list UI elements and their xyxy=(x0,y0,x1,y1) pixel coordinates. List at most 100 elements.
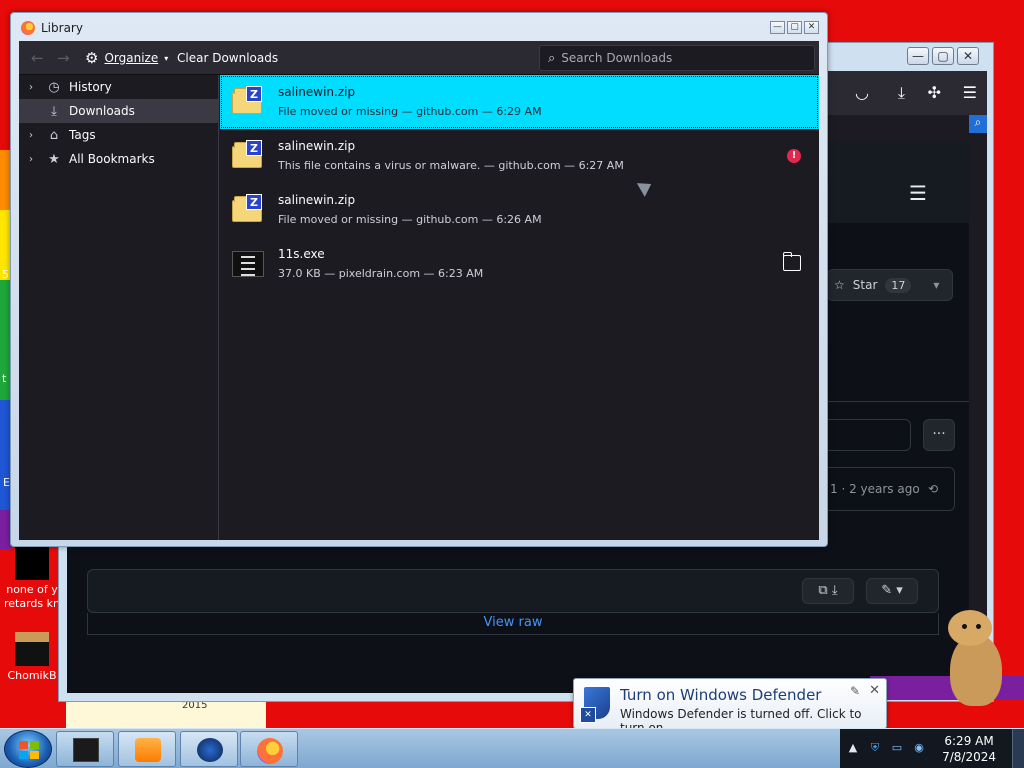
monitor-icon[interactable]: ▭ xyxy=(890,741,904,755)
expand-arrow-icon[interactable]: › xyxy=(29,82,43,93)
system-tray: ▲ ⛨ ▭ ◉ 6:29 AM 7/8/2024 xyxy=(840,729,1024,768)
show-desktop-button[interactable] xyxy=(1012,729,1024,768)
download-item[interactable]: Z salinewin.zip This file contains a vir… xyxy=(220,129,819,183)
globe-icon xyxy=(197,738,223,762)
close-button[interactable]: ✕ xyxy=(957,47,979,65)
maximize-button[interactable]: ▢ xyxy=(932,47,954,65)
close-button[interactable]: ✕ xyxy=(804,21,819,34)
hamburger-menu-icon[interactable]: ☰ xyxy=(909,181,933,205)
star-icon: ☆ xyxy=(834,278,845,292)
note-thumbnail-icon xyxy=(15,546,49,580)
windows-defender-shield-icon xyxy=(580,687,610,723)
edge-letter: t xyxy=(2,372,7,385)
start-button[interactable] xyxy=(4,730,52,768)
show-in-folder-icon[interactable] xyxy=(783,252,801,271)
commit-info[interactable]: 1 · 2 years ago ⟲ xyxy=(807,467,955,511)
tag-icon: ⌂ xyxy=(49,127,59,143)
desktop-icon-chomik[interactable]: ChomikB xyxy=(4,632,60,683)
library-toolbar: ← → ⚙ Organize ▾ Clear Downloads ⌕ xyxy=(19,41,819,75)
download-filename: salinewin.zip xyxy=(278,85,356,99)
more-options-button[interactable]: ··· xyxy=(923,419,955,451)
download-filename: salinewin.zip xyxy=(278,193,356,207)
clear-downloads-button[interactable]: Clear Downloads xyxy=(177,51,278,65)
pin-icon[interactable]: ✎ xyxy=(850,684,860,698)
zip-archive-icon: Z xyxy=(232,140,264,170)
sidebar-item-downloads[interactable]: ⤓ Downloads xyxy=(19,99,218,123)
desktop-icon-label: none of y retards kn xyxy=(4,583,60,610)
wallpaper-image-patch xyxy=(66,700,266,728)
download-icon: ⤓ xyxy=(51,103,57,119)
library-content: ← → ⚙ Organize ▾ Clear Downloads ⌕ › ◷ H… xyxy=(19,41,819,540)
sidebar-item-label: All Bookmarks xyxy=(69,152,155,166)
executable-icon xyxy=(232,248,264,278)
desktop-icon-note[interactable]: none of y retards kn xyxy=(4,546,60,611)
sidebar-item-tags[interactable]: › ⌂ Tags xyxy=(19,123,218,147)
malware-warning-icon[interactable]: ! xyxy=(787,149,801,163)
extensions-icon[interactable]: ✣ xyxy=(928,83,941,102)
star-count: 17 xyxy=(885,277,912,293)
edit-button[interactable]: ✎ ▾ xyxy=(866,578,918,604)
download-details: 37.0 KB — pixeldrain.com — 6:23 AM xyxy=(278,267,484,280)
sidebar-item-history[interactable]: › ◷ History xyxy=(19,75,218,99)
downloads-list: Z salinewin.zip File moved or missing — … xyxy=(220,75,819,540)
network-icon[interactable]: ◉ xyxy=(912,741,926,755)
download-details: This file contains a virus or malware. —… xyxy=(278,159,624,172)
minimize-button[interactable]: — xyxy=(770,21,785,34)
expand-arrow-icon[interactable]: › xyxy=(29,130,43,141)
sidebar-item-label: Downloads xyxy=(69,104,135,118)
commit-info-text: 1 · 2 years ago xyxy=(830,482,920,496)
organize-label: Organize xyxy=(104,51,159,65)
close-icon[interactable]: ✕ xyxy=(869,683,880,698)
sidebar-item-all-bookmarks[interactable]: › ★ All Bookmarks xyxy=(19,147,218,171)
library-titlebar: Library xyxy=(21,21,83,35)
show-hidden-icons-icon[interactable]: ▲ xyxy=(846,741,860,755)
view-raw-link[interactable]: View raw xyxy=(87,613,939,635)
window-controls: — ▢ ✕ xyxy=(907,47,979,65)
clock-time: 6:29 AM xyxy=(944,734,994,748)
windows-logo-icon xyxy=(19,741,39,759)
download-details: File moved or missing — github.com — 6:2… xyxy=(278,213,542,226)
download-item[interactable]: Z salinewin.zip File moved or missing — … xyxy=(220,183,819,237)
star-button[interactable]: ☆ Star 17 ▾ xyxy=(827,269,953,301)
downloads-icon[interactable]: ⤓ xyxy=(898,83,905,103)
notification-title: Turn on Windows Defender xyxy=(620,686,822,704)
taskbar-app-media-player[interactable] xyxy=(118,731,176,767)
defender-tray-icon[interactable]: ⛨ xyxy=(868,741,882,755)
search-icon[interactable]: ⌕ xyxy=(969,115,987,133)
star-label: Star xyxy=(852,278,878,292)
zip-archive-icon: Z xyxy=(232,194,264,224)
gear-icon: ⚙ xyxy=(85,49,99,67)
window-title: Library xyxy=(41,21,83,35)
chevron-down-icon[interactable]: ▾ xyxy=(933,278,939,292)
chevron-down-icon: ▾ xyxy=(164,53,169,63)
maximize-button[interactable]: ▢ xyxy=(787,21,802,34)
search-input[interactable] xyxy=(561,51,802,65)
download-filename: salinewin.zip xyxy=(278,139,356,153)
library-window[interactable]: Library — ▢ ✕ ← → ⚙ Organize ▾ Clear Dow… xyxy=(10,12,828,547)
download-item[interactable]: Z salinewin.zip File moved or missing — … xyxy=(220,75,819,129)
expand-arrow-icon[interactable]: › xyxy=(29,154,43,165)
edge-letter: E xyxy=(3,476,10,489)
app-menu-icon[interactable]: ☰ xyxy=(963,83,977,102)
forward-arrow-icon[interactable]: → xyxy=(57,49,70,67)
back-arrow-icon[interactable]: ← xyxy=(31,49,44,67)
organize-button[interactable]: ⚙ Organize ▾ xyxy=(85,49,168,67)
copy-download-group[interactable]: ⧉ ⤓ xyxy=(802,578,854,604)
history-icon[interactable]: ⟲ xyxy=(928,468,938,510)
defender-notification[interactable]: Turn on Windows Defender Windows Defende… xyxy=(573,678,887,735)
taskbar-app-terminal[interactable] xyxy=(56,731,114,767)
taskbar-app-firefox[interactable] xyxy=(240,731,298,767)
search-icon: ⌕ xyxy=(548,50,556,66)
clock-date: 7/8/2024 xyxy=(942,750,996,764)
history-icon: ◷ xyxy=(48,79,60,95)
minimize-button[interactable]: — xyxy=(907,47,929,65)
pocket-icon[interactable]: ◡ xyxy=(855,83,869,102)
taskbar-app-globe[interactable] xyxy=(180,731,238,767)
download-item[interactable]: 11s.exe 37.0 KB — pixeldrain.com — 6:23 … xyxy=(220,237,819,291)
taskbar: ▲ ⛨ ▭ ◉ 6:29 AM 7/8/2024 xyxy=(0,728,1024,768)
clock[interactable]: 6:29 AM 7/8/2024 xyxy=(942,733,996,765)
file-toolbar: ⧉ ⤓ ✎ ▾ xyxy=(87,569,939,613)
desktop-icon-label: ChomikB xyxy=(7,669,57,682)
search-downloads-field[interactable]: ⌕ xyxy=(539,45,815,71)
firefox-icon xyxy=(257,738,283,764)
